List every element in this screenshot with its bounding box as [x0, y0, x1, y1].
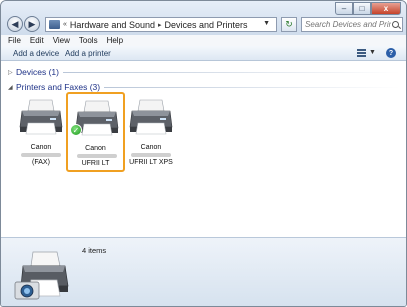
group-printers[interactable]: ◢ Printers and Faxes (3) [8, 81, 400, 93]
views-dropdown-icon[interactable]: ▼ [369, 49, 376, 56]
breadcrumb-overflow[interactable]: « [63, 21, 67, 28]
redacted-model [77, 154, 117, 158]
close-button[interactable]: x [371, 2, 401, 15]
printer-tile-ufrii-lt[interactable]: ✓ Canon UFRII LT [66, 92, 125, 172]
menu-help[interactable]: Help [107, 35, 123, 46]
printer-name: Canon [30, 144, 52, 151]
collapse-arrow-icon[interactable]: ◢ [8, 84, 16, 91]
navigation-row: ◀ ▶ « Hardware and Sound ▸ Devices and P… [5, 16, 403, 33]
search-box[interactable] [301, 17, 403, 32]
printer-driver: (FAX) [32, 159, 50, 166]
group-devices[interactable]: ▷ Devices (1) [8, 66, 400, 78]
group-divider [104, 87, 400, 88]
items-view: ▷ Devices (1) ◢ Printers and Faxes (3) C… [1, 61, 406, 237]
maximize-button[interactable]: □ [353, 2, 371, 15]
default-check-icon: ✓ [70, 124, 82, 136]
search-input[interactable] [305, 20, 391, 29]
folder-icon [49, 20, 60, 29]
printer-icon [129, 99, 173, 135]
printer-icon [19, 99, 63, 135]
add-printer-button[interactable]: Add a printer [65, 48, 111, 59]
refresh-button[interactable]: ↻ [281, 17, 297, 32]
refresh-icon: ↻ [285, 19, 293, 29]
redacted-model [21, 153, 61, 157]
forward-button[interactable]: ▶ [24, 16, 40, 32]
breadcrumb-devices-and-printers[interactable]: Devices and Printers [164, 20, 247, 30]
minimize-button[interactable]: – [335, 2, 353, 15]
group-devices-title[interactable]: Devices (1) [16, 67, 59, 77]
redacted-model [131, 153, 171, 157]
group-divider [62, 72, 400, 73]
item-count: 4 items [82, 246, 107, 255]
caption-buttons: – □ x [335, 2, 401, 16]
title-bar: – □ x ◀ ▶ « Hardware and Sound ▸ Devices… [1, 1, 406, 35]
details-pane: 4 items [1, 237, 406, 306]
add-device-button[interactable]: Add a device [13, 48, 59, 59]
menu-edit[interactable]: Edit [30, 35, 44, 46]
breadcrumb-separator[interactable]: ▸ [158, 21, 162, 29]
address-bar[interactable]: « Hardware and Sound ▸ Devices and Print… [45, 17, 277, 32]
help-icon[interactable]: ? [386, 48, 396, 58]
expand-arrow-icon[interactable]: ▷ [8, 69, 16, 76]
printer-tile-fax[interactable]: Canon (FAX) [12, 93, 70, 171]
printer-name: Canon [85, 145, 106, 152]
menu-tools[interactable]: Tools [79, 35, 98, 46]
printer-tile-ufrii-lt-xps[interactable]: Canon UFRII LT XPS [122, 93, 180, 171]
camera-printer-icon [14, 251, 69, 300]
breadcrumb-hardware-and-sound[interactable]: Hardware and Sound [70, 20, 155, 30]
command-bar: Add a device Add a printer ▼ ? [1, 46, 406, 61]
views-icon[interactable] [357, 49, 366, 57]
menu-file[interactable]: File [8, 35, 21, 46]
menu-view[interactable]: View [53, 35, 70, 46]
explorer-window: – □ x ◀ ▶ « Hardware and Sound ▸ Devices… [0, 0, 407, 307]
group-printers-title[interactable]: Printers and Faxes (3) [16, 82, 100, 92]
menu-bar: File Edit View Tools Help [1, 35, 406, 46]
printer-name: Canon [140, 144, 162, 151]
printer-driver: UFRII LT [81, 160, 110, 167]
search-icon[interactable] [392, 21, 399, 28]
printer-driver: UFRII LT XPS [129, 159, 173, 166]
back-button[interactable]: ◀ [7, 16, 23, 32]
address-dropdown-icon[interactable]: ▼ [263, 20, 270, 27]
